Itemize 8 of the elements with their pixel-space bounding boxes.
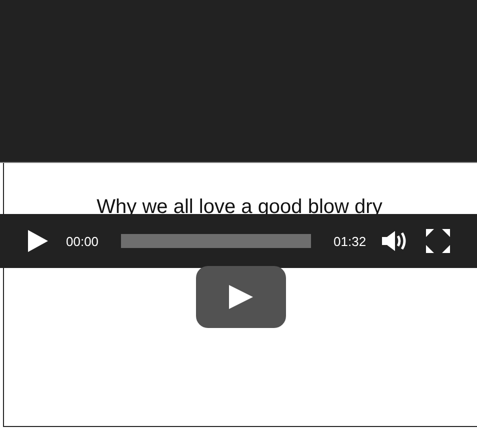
- play-button[interactable]: [196, 266, 286, 328]
- play-icon[interactable]: [28, 230, 48, 252]
- volume-icon[interactable]: [382, 230, 408, 252]
- current-time: 00:00: [66, 234, 99, 248]
- fullscreen-icon[interactable]: [426, 229, 450, 253]
- progress-track[interactable]: [120, 234, 311, 248]
- play-icon: [229, 285, 253, 309]
- duration: 01:32: [334, 234, 366, 248]
